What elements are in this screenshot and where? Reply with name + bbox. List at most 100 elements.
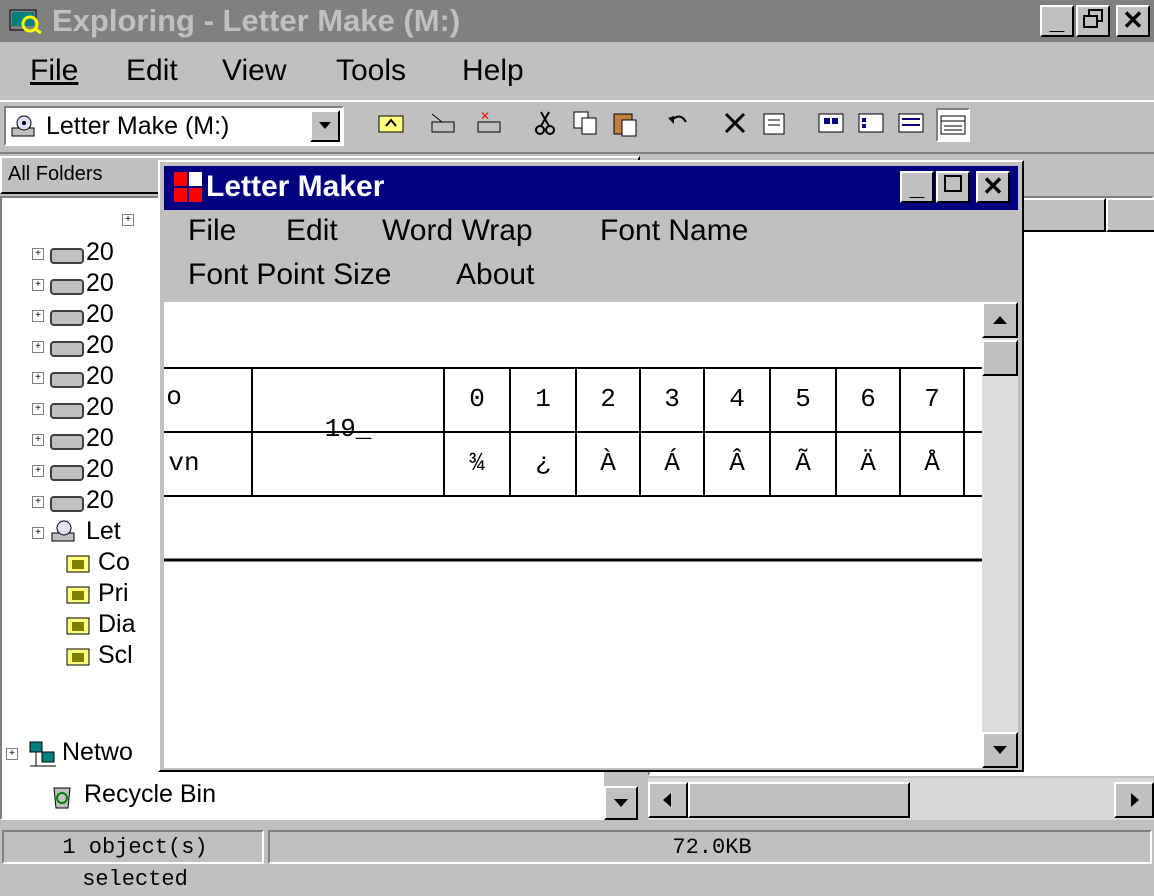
list-view-button[interactable] [896,108,930,142]
close-button[interactable]: ✕ [1116,5,1150,37]
digit-cell[interactable]: 0 [444,384,510,414]
tree-item-label: 20 [86,455,114,483]
expand-icon[interactable]: + [32,465,44,477]
folder-icon [66,617,90,635]
address-combo[interactable]: Letter Make (M:) [4,106,344,146]
folder-up-icon [378,115,404,133]
tree-item-label: 20 [86,362,114,390]
explorer-title-bar[interactable]: Exploring - Letter Make (M:) _ ✕ [0,0,1154,42]
network-label: Netwo [62,738,133,766]
drive-icon [50,372,84,388]
scroll-down-button[interactable] [604,786,638,820]
lm-close-button[interactable]: ✕ [976,171,1010,203]
map-drive-button[interactable] [428,108,462,142]
tree-item-label: 20 [86,269,114,297]
details-view-button[interactable] [936,108,970,142]
up-one-level-button[interactable] [376,108,410,142]
expand-icon[interactable]: + [32,403,44,415]
char-cell[interactable]: Ã [770,448,836,478]
char-cell[interactable]: ¿ [510,448,576,478]
menu-file[interactable]: File [30,54,78,88]
digit-cell[interactable]: 5 [770,384,836,414]
undo-button[interactable] [664,108,698,142]
delete-icon [724,112,746,134]
lm-menu-font-point-size[interactable]: Font Point Size [188,258,391,292]
lm-scroll-down-button[interactable] [982,732,1018,768]
letter-maker-vertical-scrollbar[interactable] [982,302,1018,768]
arrow-right-icon [1131,793,1139,807]
lm-menu-about[interactable]: About [456,258,534,292]
minimize-button[interactable]: _ [1040,5,1074,37]
expand-icon[interactable]: + [32,248,44,260]
letter-maker-window: Letter Maker _ ✕ File Edit Word Wrap Fon… [158,160,1024,772]
address-dropdown-button[interactable] [310,110,340,142]
char-cell[interactable]: Â [704,448,770,478]
digit-cell[interactable]: 2 [576,384,640,414]
restore-button[interactable] [1076,5,1110,37]
menu-edit[interactable]: Edit [126,54,178,88]
letter-maker-canvas[interactable]: o vn 19_ 01234567 ¾ ¿ À Á Â Ã Ä Å [164,302,982,768]
scroll-left-button[interactable] [648,782,688,818]
expand-icon[interactable]: + [32,310,44,322]
small-icons-button[interactable] [856,108,890,142]
disconnect-drive-button[interactable]: ✕ [474,108,508,142]
status-size: 72.0KB [268,830,1152,864]
digit-cell[interactable]: 4 [704,384,770,414]
cd-drive-icon [51,520,75,542]
digit-cell[interactable]: 3 [640,384,704,414]
lm-menu-file[interactable]: File [188,214,236,248]
drive-icon [50,279,84,295]
details-view-icon [940,115,966,135]
menu-view[interactable]: View [222,54,286,88]
small-icons-icon [858,113,884,133]
expand-icon[interactable]: + [122,214,134,226]
explorer-icon [9,9,42,34]
cut-button[interactable] [530,108,564,142]
lm-scroll-up-button[interactable] [982,302,1018,338]
column-header-size[interactable] [1106,198,1154,232]
digit-cell[interactable]: 1 [510,384,576,414]
paste-button[interactable] [610,108,644,142]
lm-menu-font-name[interactable]: Font Name [600,214,748,248]
digit-cell[interactable]: 7 [900,384,964,414]
file-list-horizontal-scrollbar[interactable] [648,778,1154,820]
scroll-right-button[interactable] [1114,782,1154,818]
digit-cell[interactable]: 6 [836,384,900,414]
lm-menu-edit[interactable]: Edit [286,214,338,248]
char-cell[interactable]: Ä [836,448,900,478]
expand-icon[interactable]: + [32,372,44,384]
char-cell[interactable]: ¾ [444,448,510,478]
delete-button[interactable] [720,108,754,142]
list-view-icon [898,113,924,133]
drive-icon [50,248,84,264]
tree-item-label: 20 [86,238,114,266]
letter-maker-title-bar[interactable]: Letter Maker _ ✕ [164,166,1018,210]
expand-icon[interactable]: + [32,496,44,508]
lm-menu-word-wrap[interactable]: Word Wrap [382,214,533,248]
tree-item-label: Dia [98,610,136,638]
lm-scroll-thumb[interactable] [982,340,1018,376]
menu-help[interactable]: Help [462,54,524,88]
char-cell[interactable]: Å [900,448,964,478]
large-icons-button[interactable] [816,108,850,142]
letter-maker-menu-row1: File Edit Word Wrap Font Name [168,214,1018,254]
tree-item-label: 20 [86,486,114,514]
expand-icon[interactable]: + [32,341,44,353]
expand-icon[interactable]: + [32,279,44,291]
char-cell[interactable]: À [576,448,640,478]
expand-icon[interactable]: + [6,748,18,760]
scissors-icon [535,111,555,135]
lm-maximize-button[interactable] [936,171,970,203]
char-cell[interactable]: Á [640,448,704,478]
folder-icon [66,555,90,573]
expand-icon[interactable]: + [32,434,44,446]
drive-icon [50,434,84,450]
menu-tools[interactable]: Tools [336,54,406,88]
properties-button[interactable] [760,108,794,142]
copy-button[interactable] [570,108,604,142]
lm-minimize-button[interactable]: _ [900,171,934,203]
scroll-thumb[interactable] [688,782,910,818]
folder-icon [66,648,90,666]
expand-icon[interactable]: + [32,527,44,539]
arrow-down-icon [993,746,1007,754]
